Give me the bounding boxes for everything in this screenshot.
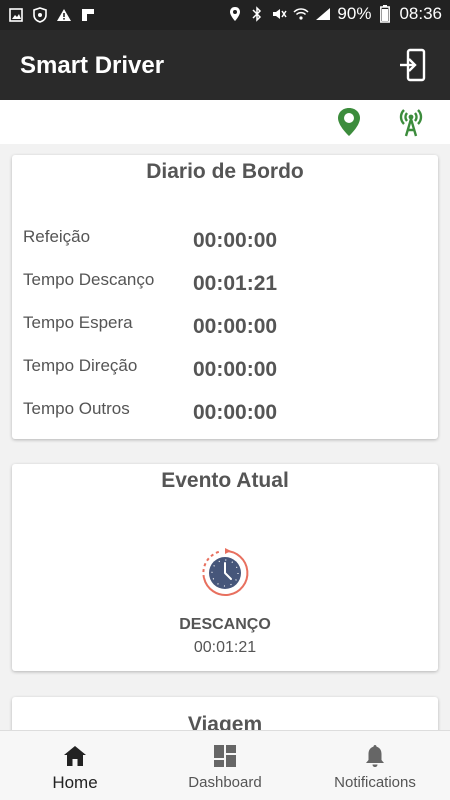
row-value-tempo-outros: 00:00:00: [193, 401, 278, 424]
status-indicators: [0, 100, 450, 144]
status-left-icons: [8, 6, 96, 24]
battery-percent: 90%: [337, 4, 372, 23]
status-right: 90% 08:36: [227, 4, 442, 24]
current-event-time: 00:01:21: [193, 639, 257, 656]
bottom-navigation: Home Dashboard Notifications: [0, 730, 450, 800]
row-label-tempo-direcao: Tempo Direção: [23, 356, 138, 375]
logout-icon: [400, 48, 426, 82]
rest-clock-icon: [200, 548, 250, 598]
nav-item-notifications[interactable]: Notifications: [300, 731, 450, 800]
logout-button[interactable]: [398, 48, 428, 82]
row-label-tempo-outros: Tempo Outros: [23, 399, 130, 418]
wifi-icon: [293, 5, 309, 23]
bell-icon: [366, 745, 384, 767]
battery-icon: [377, 5, 393, 23]
row-value-tempo-espera: 00:00:00: [193, 315, 278, 338]
map-pin-icon: [338, 108, 360, 136]
row-label-tempo-descanco: Tempo Descanço: [23, 270, 155, 289]
row-value-tempo-descanco: 00:01:21: [193, 272, 278, 295]
location-status-icon: [227, 5, 243, 23]
nav-label-dashboard: Dashboard: [188, 774, 262, 791]
warning-notification-icon: [56, 6, 72, 24]
card-title: Evento Atual: [161, 469, 289, 492]
bluetooth-icon: [249, 5, 265, 23]
nav-item-home[interactable]: Home: [0, 731, 150, 800]
connection-indicator[interactable]: [396, 106, 426, 138]
card-title: Diario de Bordo: [146, 160, 304, 183]
row-value-refeicao: 00:00:00: [193, 229, 278, 252]
app-notification-icon: [80, 6, 96, 24]
gps-location-indicator[interactable]: [334, 106, 364, 138]
nav-item-dashboard[interactable]: Dashboard: [150, 731, 300, 800]
row-label-refeicao: Refeição: [23, 227, 91, 246]
nav-label-notifications: Notifications: [334, 774, 416, 791]
app-title: Smart Driver: [20, 52, 165, 79]
row-value-tempo-direcao: 00:00:00: [193, 358, 278, 381]
nav-label-home: Home: [52, 773, 98, 792]
row-label-tempo-espera: Tempo Espera: [23, 313, 133, 332]
image-notification-icon: [8, 6, 24, 24]
diario-de-bordo-card: Diario de Bordo Refeição 00:00:00 Tempo …: [12, 155, 438, 439]
current-event-name: DESCANÇO: [179, 616, 271, 633]
dashboard-icon: [214, 745, 236, 767]
clock-time: 08:36: [399, 4, 442, 23]
app-bar: Smart Driver: [0, 30, 450, 100]
signal-icon: [315, 5, 331, 23]
antenna-icon: [399, 109, 423, 137]
mute-icon: [271, 5, 288, 23]
shield-notification-icon: [32, 6, 48, 24]
evento-atual-card: Evento Atual DESCANÇO 00:01:21: [12, 464, 438, 671]
status-bar: 90% 08:36: [0, 0, 450, 30]
home-icon: [64, 746, 86, 766]
